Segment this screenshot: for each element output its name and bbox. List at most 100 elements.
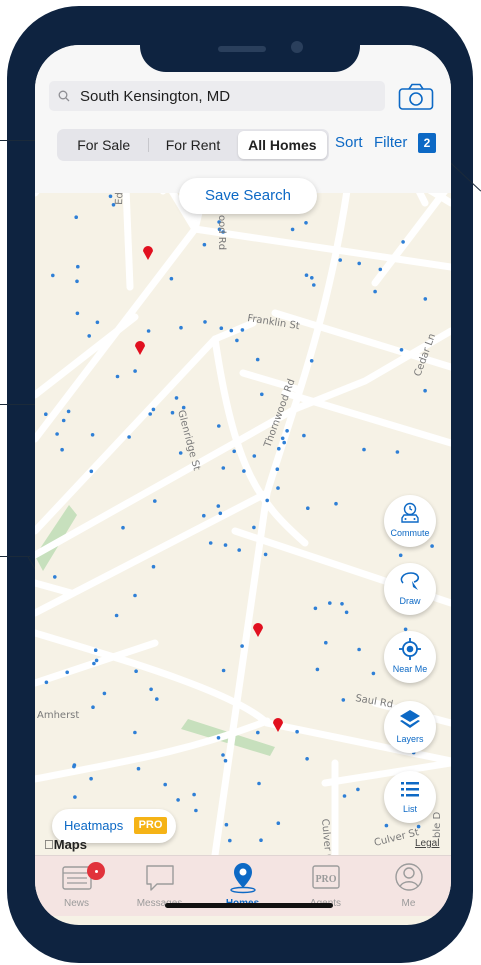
listing-dot[interactable] (127, 435, 131, 439)
list-button[interactable]: List (384, 771, 436, 823)
listing-dot[interactable] (371, 671, 376, 676)
listing-dot[interactable] (93, 648, 98, 652)
listing-dot[interactable] (163, 782, 167, 787)
listing-dot[interactable] (174, 396, 179, 400)
listing-dot[interactable] (423, 388, 427, 393)
listing-dot[interactable] (148, 412, 152, 416)
listing-dot[interactable] (176, 798, 180, 802)
listing-dot[interactable] (136, 766, 141, 771)
listing-dot[interactable] (259, 838, 263, 842)
listing-dot[interactable] (260, 392, 264, 397)
listing-dot[interactable] (277, 446, 281, 451)
listing-dot[interactable] (276, 486, 280, 490)
listing-dot[interactable] (221, 668, 226, 673)
legal-link[interactable]: Legal (415, 838, 439, 849)
listing-dot[interactable] (276, 821, 281, 825)
listing-dot[interactable] (324, 640, 328, 645)
listing-dot[interactable] (357, 647, 361, 652)
listing-dot[interactable] (309, 359, 314, 363)
filter-button[interactable]: Filter (374, 134, 407, 151)
listing-dot[interactable] (90, 433, 95, 437)
listing-dot[interactable] (275, 467, 280, 472)
listing-dot[interactable] (401, 240, 405, 244)
listing-dot[interactable] (44, 680, 49, 685)
commute-button[interactable]: Commute (384, 495, 436, 547)
listing-dot[interactable] (235, 338, 239, 343)
listing-dot[interactable] (334, 501, 338, 506)
listing-dot[interactable] (282, 440, 286, 445)
listing-dot[interactable] (304, 273, 309, 277)
listing-dot[interactable] (151, 407, 156, 412)
listing-dot[interactable] (72, 764, 76, 769)
listing-dot[interactable] (224, 822, 229, 827)
listing-dot[interactable] (228, 838, 232, 843)
listing-dot[interactable] (344, 610, 349, 615)
listing-dot[interactable] (114, 613, 119, 618)
listing-dot[interactable] (89, 776, 93, 781)
segment-for-rent[interactable]: For Rent (148, 131, 237, 159)
listing-dot[interactable] (342, 794, 347, 798)
listing-dot[interactable] (252, 525, 256, 530)
listing-dot[interactable] (61, 418, 66, 423)
listing-dot[interactable] (121, 525, 125, 530)
listing-dot[interactable] (134, 669, 138, 673)
listing-dot[interactable] (115, 374, 120, 379)
save-search-button[interactable]: Save Search (179, 178, 317, 214)
listing-dot[interactable] (75, 311, 80, 316)
listing-dot[interactable] (378, 267, 383, 272)
listing-dot[interactable] (208, 541, 213, 545)
listing-dot[interactable] (395, 450, 400, 454)
listing-dot[interactable] (151, 564, 156, 569)
listing-dot[interactable] (265, 498, 269, 503)
listing-dot[interactable] (102, 691, 107, 696)
listing-dot[interactable] (73, 795, 77, 799)
listing-dot[interactable] (44, 412, 48, 416)
listing-dot[interactable] (430, 544, 434, 548)
listing-dot[interactable] (255, 357, 260, 362)
listing-dot[interactable] (155, 697, 159, 701)
listing-dot[interactable] (362, 447, 366, 452)
listing-dot[interactable] (133, 369, 137, 373)
listing-dot[interactable] (94, 658, 99, 663)
listing-dot[interactable] (108, 194, 113, 199)
listing-dot[interactable] (169, 276, 174, 281)
segment-all-homes[interactable]: All Homes (237, 131, 327, 159)
layers-button[interactable]: Layers (384, 701, 436, 753)
camera-icon[interactable] (398, 83, 434, 111)
listing-dot[interactable] (340, 602, 344, 606)
listing-dot[interactable] (91, 705, 95, 709)
listing-dot[interactable] (237, 548, 241, 552)
listing-dot[interactable] (203, 320, 207, 324)
listing-dot[interactable] (256, 730, 260, 735)
listing-dot[interactable] (55, 432, 59, 436)
listing-dot[interactable] (423, 297, 428, 301)
listing-dot[interactable] (398, 553, 403, 558)
listing-dot[interactable] (313, 606, 318, 611)
listing-dot[interactable] (75, 279, 79, 284)
listing-dot[interactable] (229, 328, 234, 333)
listing-dot[interactable] (216, 504, 221, 508)
listing-dot[interactable] (178, 451, 183, 455)
listing-dot[interactable] (219, 326, 224, 330)
draw-button[interactable]: Draw (384, 563, 436, 615)
listing-dot[interactable] (53, 575, 57, 579)
listing-dot[interactable] (305, 757, 309, 761)
segment-for-sale[interactable]: For Sale (59, 131, 148, 159)
listing-dot[interactable] (310, 276, 314, 280)
listing-dot[interactable] (290, 227, 295, 232)
listing-dot[interactable] (202, 242, 207, 247)
listing-dot[interactable] (312, 283, 316, 287)
listing-dot[interactable] (74, 215, 78, 219)
listing-dot[interactable] (242, 469, 246, 473)
listing-dot[interactable] (66, 409, 71, 414)
listing-dot[interactable] (216, 736, 221, 740)
near-me-button[interactable]: Near Me (384, 631, 436, 683)
listing-dot[interactable] (153, 499, 157, 503)
listing-dot[interactable] (221, 466, 226, 470)
listing-dot[interactable] (194, 808, 198, 813)
listing-dot[interactable] (65, 670, 69, 675)
listing-dot[interactable] (240, 328, 245, 332)
listing-dot[interactable] (356, 787, 360, 792)
listing-dot[interactable] (338, 258, 343, 262)
tab-me[interactable]: Me (367, 856, 450, 916)
